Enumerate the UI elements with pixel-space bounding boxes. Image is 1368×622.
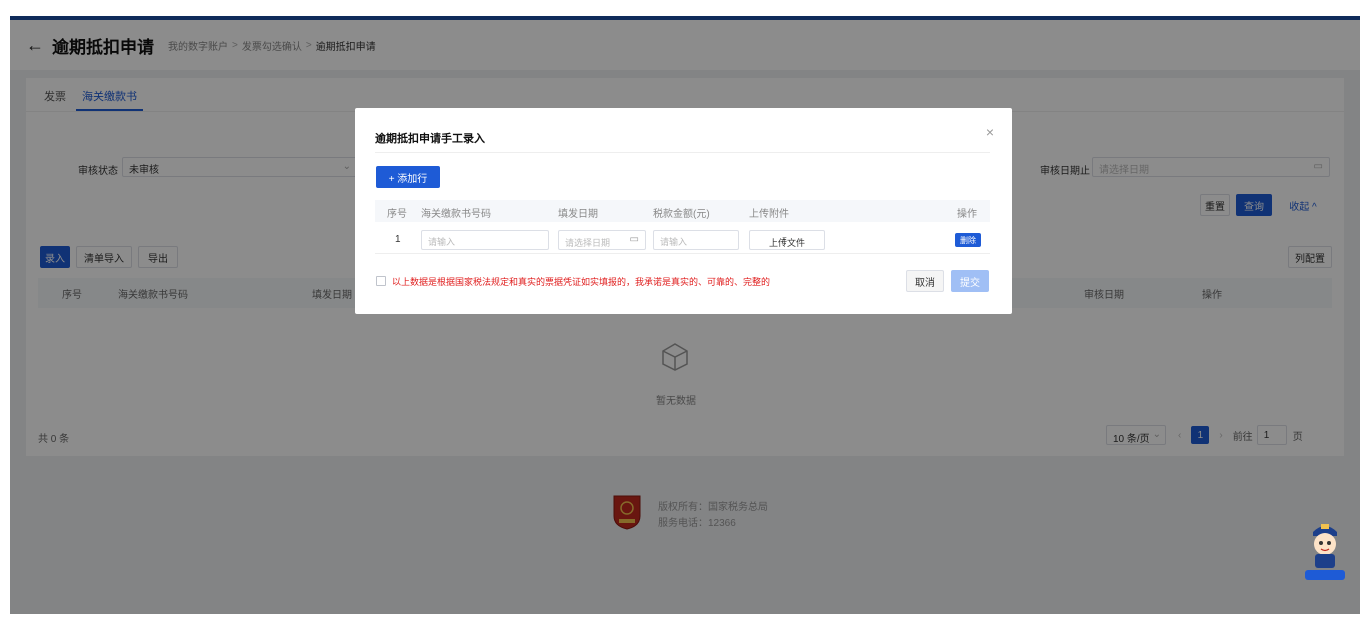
- modal-divider: [375, 152, 990, 153]
- cancel-button[interactable]: 取消: [906, 270, 944, 292]
- upload-file-label: 上传文件: [768, 238, 805, 248]
- modal-col-number: 海关缴款书号码: [421, 209, 491, 220]
- modal-table-row: 1 请输入 请选择日期 ▭ 请输入 ⤒ 上传文件 删除: [375, 226, 990, 254]
- modal-table-header: 序号 海关缴款书号码 填发日期 税款金额(元) 上传附件 操作: [375, 200, 990, 222]
- modal-title: 逾期抵扣申请手工录入: [375, 133, 485, 145]
- row-index: 1: [395, 234, 401, 245]
- close-icon[interactable]: ×: [986, 124, 994, 140]
- modal-col-action: 操作: [957, 209, 977, 220]
- payment-number-input[interactable]: 请输入: [421, 230, 549, 250]
- modal-overlay[interactable]: [10, 16, 1360, 614]
- agreement-text: 以上数据是根据国家税法规定和真实的票据凭证如实填报的，我承诺是真实的、可靠的、完…: [392, 277, 771, 287]
- add-row-button[interactable]: + 添加行: [376, 166, 440, 188]
- delete-row-button[interactable]: 删除: [955, 233, 981, 247]
- assistant-mascot-icon[interactable]: [1303, 518, 1347, 584]
- upload-file-button[interactable]: ⤒ 上传文件: [749, 230, 825, 250]
- issue-date-picker[interactable]: 请选择日期 ▭: [558, 230, 646, 250]
- modal-col-amount: 税款金额(元): [653, 209, 710, 220]
- modal-col-date: 填发日期: [558, 209, 598, 220]
- agreement-checkbox[interactable]: [376, 276, 386, 286]
- submit-button[interactable]: 提交: [951, 270, 989, 292]
- modal-col-upload: 上传附件: [749, 209, 789, 220]
- tax-amount-input[interactable]: 请输入: [653, 230, 739, 250]
- manual-entry-modal: 逾期抵扣申请手工录入 × + 添加行 序号 海关缴款书号码 填发日期 税款金额(…: [355, 108, 1012, 314]
- issue-date-placeholder: 请选择日期: [565, 238, 611, 248]
- modal-col-index: 序号: [387, 209, 407, 220]
- calendar-icon: ▭: [629, 234, 639, 245]
